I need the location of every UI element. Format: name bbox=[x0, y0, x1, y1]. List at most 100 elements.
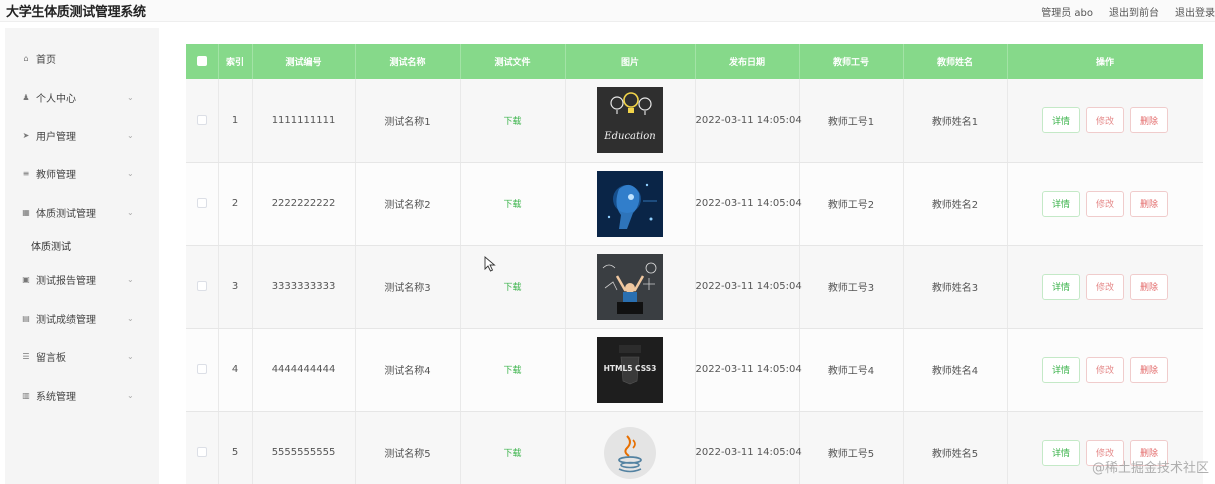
sidebar-item-test-report-management[interactable]: ▣ 测试报告管理 ⌄ bbox=[5, 264, 159, 294]
column-header-teacher-no[interactable]: 教师工号 bbox=[799, 44, 904, 79]
column-header-test-name[interactable]: 测试名称 bbox=[355, 44, 461, 79]
table-row: 5 5555555555 测试名称5 下载 2022-03-11 14:05:0… bbox=[186, 411, 1203, 484]
delete-button[interactable]: 删除 bbox=[1130, 190, 1168, 217]
row-checkbox[interactable] bbox=[196, 198, 207, 208]
detail-button[interactable]: 详情 bbox=[1042, 273, 1080, 300]
select-all-checkbox[interactable] bbox=[196, 56, 207, 67]
column-header-date[interactable]: 发布日期 bbox=[695, 44, 800, 79]
cell-teacher-no: 教师工号4 bbox=[799, 328, 904, 412]
home-icon: ⌂ bbox=[23, 53, 29, 63]
sidebar-item-label: 留言板 bbox=[36, 352, 66, 364]
score-icon: ▤ bbox=[22, 313, 30, 323]
cell-test-no: 1111111111 bbox=[252, 79, 356, 163]
delete-button[interactable]: 删除 bbox=[1130, 273, 1168, 300]
edit-button[interactable]: 修改 bbox=[1086, 107, 1124, 134]
sidebar-item-fitness-test-management[interactable]: ▦ 体质测试管理 ⌄ bbox=[5, 197, 159, 227]
chevron-down-icon: ⌄ bbox=[127, 274, 134, 284]
chevron-down-icon: ⌄ bbox=[127, 313, 134, 323]
table-row: 2 2222222222 测试名称2 下载 2022-03-11 14:05:0… bbox=[186, 162, 1203, 246]
sidebar-item-label: 用户管理 bbox=[36, 131, 76, 143]
sidebar-item-message-board[interactable]: ☰ 留言板 ⌄ bbox=[5, 341, 159, 371]
column-header-test-no[interactable]: 测试编号 bbox=[252, 44, 356, 79]
download-link[interactable]: 下载 bbox=[503, 283, 521, 293]
cell-teacher-no: 教师工号5 bbox=[799, 411, 904, 484]
fitness-test-table: 索引 测试编号 测试名称 测试文件 图片 发布日期 教师工号 教师姓名 操作 1… bbox=[186, 44, 1203, 484]
sidebar-item-user-management[interactable]: ➤ 用户管理 ⌄ bbox=[5, 120, 159, 150]
cell-test-no: 5555555555 bbox=[252, 411, 356, 484]
send-icon: ➤ bbox=[22, 130, 30, 140]
sidebar-item-label: 测试报告管理 bbox=[36, 275, 96, 287]
ai-head-image bbox=[597, 170, 663, 237]
cell-teacher-no: 教师工号2 bbox=[799, 162, 904, 246]
download-link[interactable]: 下载 bbox=[503, 117, 521, 127]
cell-test-no: 4444444444 bbox=[252, 328, 356, 412]
table-row: 3 3333333333 测试名称3 下载 2022-03-11 14:05:0… bbox=[186, 245, 1203, 329]
cell-test-name: 测试名称4 bbox=[355, 328, 461, 412]
download-link[interactable]: 下载 bbox=[503, 366, 521, 376]
sidebar-item-label: 系统管理 bbox=[36, 391, 76, 403]
cell-teacher-name: 教师姓名5 bbox=[903, 411, 1008, 484]
cell-date: 2022-03-11 14:05:04 bbox=[695, 328, 802, 412]
education-chalkboard-image: Education bbox=[597, 87, 663, 154]
download-link[interactable]: 下载 bbox=[503, 449, 521, 459]
cell-test-name: 测试名称3 bbox=[355, 245, 461, 329]
column-header-image: 图片 bbox=[565, 44, 696, 79]
message-icon: ☰ bbox=[22, 351, 30, 361]
header-actions: 管理员 abo 退出到前台 退出登录 bbox=[1041, 4, 1215, 19]
delete-button[interactable]: 删除 bbox=[1130, 107, 1168, 134]
download-link[interactable]: 下载 bbox=[503, 200, 521, 210]
cell-test-name: 测试名称5 bbox=[355, 411, 461, 484]
row-checkbox[interactable] bbox=[196, 281, 207, 291]
admin-user-label: 管理员 abo bbox=[1041, 8, 1093, 19]
column-header-index[interactable]: 索引 bbox=[218, 44, 253, 79]
sidebar-item-label: 体质测试管理 bbox=[36, 208, 96, 220]
exit-to-front-link[interactable]: 退出到前台 bbox=[1109, 4, 1159, 19]
data-table-container: 索引 测试编号 测试名称 测试文件 图片 发布日期 教师工号 教师姓名 操作 1… bbox=[186, 44, 1203, 484]
app-title: 大学生体质测试管理系统 bbox=[6, 5, 146, 20]
report-icon: ▣ bbox=[22, 274, 30, 284]
row-checkbox[interactable] bbox=[196, 364, 207, 374]
java-logo-image bbox=[597, 419, 663, 484]
logout-link[interactable]: 退出登录 bbox=[1175, 4, 1215, 19]
sidebar-item-test-score-management[interactable]: ▤ 测试成绩管理 ⌄ bbox=[5, 303, 159, 333]
edit-button[interactable]: 修改 bbox=[1086, 190, 1124, 217]
cell-test-no: 3333333333 bbox=[252, 245, 356, 329]
cell-teacher-name: 教师姓名1 bbox=[903, 79, 1008, 163]
chevron-down-icon: ⌄ bbox=[127, 92, 134, 102]
cell-index: 4 bbox=[218, 328, 253, 412]
row-checkbox[interactable] bbox=[196, 114, 207, 125]
column-header-test-file[interactable]: 测试文件 bbox=[460, 44, 566, 79]
detail-button[interactable]: 详情 bbox=[1042, 190, 1080, 217]
detail-button[interactable]: 详情 bbox=[1042, 356, 1080, 383]
settings-icon: ▥ bbox=[22, 390, 30, 400]
cell-index: 5 bbox=[218, 411, 253, 484]
sidebar-item-label: 测试成绩管理 bbox=[36, 314, 96, 326]
cell-date: 2022-03-11 14:05:04 bbox=[695, 79, 802, 163]
edit-button[interactable]: 修改 bbox=[1086, 356, 1124, 383]
chevron-down-icon: ⌄ bbox=[127, 168, 134, 178]
chevron-down-icon: ⌄ bbox=[127, 351, 134, 361]
cell-test-name: 测试名称1 bbox=[355, 79, 461, 163]
row-checkbox[interactable] bbox=[196, 447, 207, 457]
detail-button[interactable]: 详情 bbox=[1042, 107, 1080, 134]
sidebar-item-teacher-management[interactable]: ≡ 教师管理 ⌄ bbox=[5, 158, 159, 188]
image-caption: Education bbox=[603, 131, 655, 142]
sidebar-item-system-management[interactable]: ▥ 系统管理 ⌄ bbox=[5, 380, 159, 410]
delete-button[interactable]: 删除 bbox=[1130, 356, 1168, 383]
sidebar-subitem-fitness-test[interactable]: 体质测试 bbox=[5, 233, 159, 257]
table-row: 1 1111111111 测试名称1 下载 Education 2022-03-… bbox=[186, 79, 1203, 163]
list-icon: ≡ bbox=[22, 168, 30, 178]
sidebar-item-personal-center[interactable]: ♟ 个人中心 ⌄ bbox=[5, 82, 159, 112]
select-all-header[interactable] bbox=[186, 44, 219, 79]
chevron-down-icon: ⌄ bbox=[127, 130, 134, 140]
edit-button[interactable]: 修改 bbox=[1086, 273, 1124, 300]
cell-date: 2022-03-11 14:05:04 bbox=[695, 162, 802, 246]
chevron-down-icon: ⌄ bbox=[127, 207, 134, 217]
cell-date: 2022-03-11 14:05:04 bbox=[695, 245, 802, 329]
chalkboard-student-image bbox=[597, 253, 663, 320]
sidebar-item-home[interactable]: ⌂ 首页 bbox=[5, 43, 159, 73]
grid-icon: ▦ bbox=[22, 207, 30, 217]
column-header-teacher-name[interactable]: 教师姓名 bbox=[903, 44, 1008, 79]
detail-button[interactable]: 详情 bbox=[1042, 439, 1080, 466]
sidebar: ⌂ 首页 ♟ 个人中心 ⌄ ➤ 用户管理 ⌄ ≡ 教师管理 ⌄ ▦ 体质测试管理… bbox=[5, 28, 159, 484]
